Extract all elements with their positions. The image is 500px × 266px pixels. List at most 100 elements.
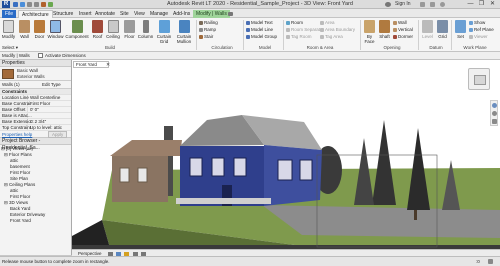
window (233, 157, 247, 177)
area-boundary-button[interactable]: Area Boundary (320, 27, 355, 33)
area-icon (320, 20, 324, 25)
instance-selector[interactable]: Walls (1) (2, 82, 20, 87)
open-icon[interactable] (13, 2, 18, 7)
select-dropdown[interactable]: Select ▾ (2, 45, 18, 51)
sign-in-link[interactable]: Sign In (395, 1, 411, 7)
grid-button[interactable]: Grid (435, 20, 450, 39)
status-bar: Release mouse button to complete zoom in… (0, 256, 500, 266)
tab-add-ins[interactable]: Add-Ins (170, 10, 193, 18)
type-selector[interactable]: Basic Wall Exterior Walls (0, 67, 71, 81)
tab-architecture[interactable]: Architecture (18, 10, 53, 18)
drawing-area[interactable] (72, 60, 500, 255)
selected-wall[interactable] (264, 145, 322, 206)
ref-plane-icon (469, 27, 473, 32)
tab-site[interactable]: Site (117, 10, 132, 18)
orbit-icon[interactable] (492, 119, 497, 124)
mullion-icon (178, 20, 190, 33)
view-tab-front-yard[interactable]: Front Yard (73, 61, 109, 68)
floor-button[interactable]: Floor (122, 20, 137, 39)
railing-button[interactable]: Railing (199, 20, 218, 26)
maximize-button[interactable]: ❐ (477, 0, 486, 8)
model-line-button[interactable]: Model Line (246, 27, 273, 33)
roof-button[interactable]: Roof (90, 20, 105, 39)
tag-room-button[interactable]: Tag Room (286, 34, 312, 40)
curtain-mullion-button[interactable]: Curtain Mullion (174, 20, 194, 44)
left-panels: Properties Basic Wall Exterior Walls Wal… (0, 60, 72, 255)
panel-divider (283, 20, 284, 50)
help-icon[interactable] (440, 2, 445, 7)
ceiling-button[interactable]: Ceiling (105, 20, 121, 39)
redo-icon[interactable] (34, 2, 39, 7)
steering-wheel-icon[interactable] (492, 103, 497, 108)
exchange-icon[interactable] (430, 2, 435, 7)
roof-icon (92, 20, 103, 33)
level-icon (422, 20, 433, 33)
area-boundary-icon (320, 27, 324, 32)
apply-button[interactable]: Apply (48, 131, 68, 138)
shaft-button[interactable]: Shaft (377, 20, 392, 39)
curtain-grid-button[interactable]: Curtain Grid (155, 20, 173, 44)
tab-modify-walls[interactable]: Modify | Walls (193, 10, 230, 18)
tab-annotate[interactable]: Annotate (92, 10, 118, 18)
component-icon (71, 20, 83, 33)
status-readout: :0 (476, 259, 480, 264)
dormer-button[interactable]: Dormer (393, 34, 413, 40)
filter-icon[interactable] (488, 259, 493, 264)
view-cube[interactable] (468, 68, 490, 90)
modify-button[interactable]: Modify (1, 20, 16, 39)
stair-button[interactable]: Stair (199, 34, 213, 40)
model-text-button[interactable]: Model Text (246, 20, 273, 26)
column-icon (142, 20, 149, 33)
ref-plane-button[interactable]: Ref Plane (469, 27, 494, 33)
window-button[interactable]: Window (47, 20, 64, 39)
by-face-button[interactable]: By Face (362, 20, 377, 44)
show-work-plane-button[interactable]: Show (469, 20, 485, 26)
ramp-button[interactable]: Ramp (199, 27, 216, 33)
save-icon[interactable] (20, 2, 25, 7)
3d-view-canvas[interactable] (72, 60, 500, 255)
room-separator-button[interactable]: Room Separator (286, 27, 324, 33)
column-button[interactable]: Column (137, 20, 154, 39)
tag-area-button[interactable]: Tag Area (320, 34, 343, 40)
vertical-opening-button[interactable]: Vertical (393, 27, 413, 33)
title-bar: R Autodesk Revit LT 2020 - Residential_S… (0, 0, 500, 9)
area-button[interactable]: Area (320, 20, 335, 26)
user-icon[interactable] (385, 2, 391, 7)
context-mode-label: Modify | Walls (2, 53, 30, 58)
close-view-tab-icon[interactable]: ✕ (106, 62, 110, 68)
room-button[interactable]: Room (286, 20, 303, 26)
model-line-icon (246, 27, 250, 32)
instance-row: Walls (1) Edit Type (0, 81, 71, 89)
tab-manage[interactable]: Manage (147, 10, 171, 18)
zoom-icon[interactable] (492, 111, 497, 116)
wall-opening-button[interactable]: Wall (393, 20, 407, 26)
undo-icon[interactable] (27, 2, 32, 7)
navigation-bar[interactable] (490, 100, 498, 126)
door-button[interactable]: Door (32, 20, 47, 39)
panel-divider (243, 20, 244, 50)
tab-view[interactable]: View (131, 10, 148, 18)
cart-icon[interactable] (420, 2, 425, 7)
panel-divider (360, 20, 361, 50)
app-logo[interactable]: R (2, 1, 10, 8)
tab-structure[interactable]: Structure (50, 10, 76, 18)
level-button[interactable]: Level (420, 20, 435, 39)
minimize-button[interactable]: — (466, 0, 475, 8)
ribbon-toggle-icon[interactable] (228, 12, 233, 16)
browser-tree-item[interactable]: Front Yard (1, 218, 70, 224)
measure-icon[interactable] (41, 2, 46, 7)
viewer-button[interactable]: Viewer (469, 34, 488, 40)
edit-type-button[interactable]: Edit Type (42, 82, 61, 87)
vertical-opening-icon (393, 27, 397, 32)
default-3d-view-icon[interactable] (48, 2, 53, 7)
close-button[interactable]: ✕ (488, 0, 497, 8)
component-button[interactable]: Component (65, 20, 89, 39)
set-work-plane-button[interactable]: Set (453, 20, 468, 39)
tab-file[interactable]: File (2, 10, 17, 18)
properties-help-link[interactable]: Properties help (2, 132, 32, 137)
window (119, 167, 130, 183)
activate-dimensions-checkbox[interactable] (38, 53, 43, 58)
model-group-button[interactable]: Model Group (246, 34, 277, 40)
wall-button[interactable]: Wall (17, 20, 32, 39)
curtain-grid-icon (158, 20, 170, 33)
